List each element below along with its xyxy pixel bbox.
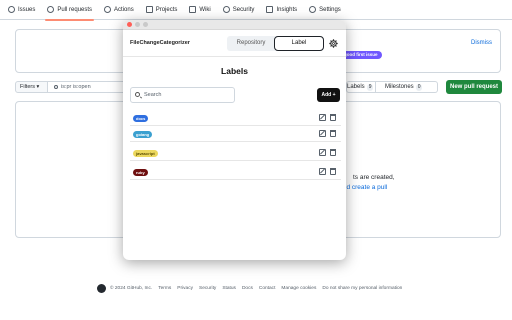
label-chip[interactable]: ruby	[133, 169, 148, 176]
trash-icon[interactable]	[330, 114, 336, 121]
chevron-down-icon: ▾	[36, 84, 40, 90]
app-name: FileChangeCategorizer	[130, 40, 190, 46]
footer-copyright: © 2024 GitHub, Inc.	[110, 286, 153, 291]
tab-repository[interactable]: Repository	[227, 36, 275, 51]
footer: © 2024 GitHub, Inc. Terms Privacy Securi…	[97, 284, 402, 293]
play-icon	[104, 6, 112, 13]
zoom-window-icon[interactable]	[143, 22, 148, 27]
tab-pull-requests-label: Pull requests	[57, 6, 93, 13]
edit-icon[interactable]	[319, 168, 326, 175]
tab-actions[interactable]: Actions	[98, 0, 140, 20]
repo-nav: Issues Pull requests Actions Projects Wi…	[0, 0, 512, 21]
label-row: golang	[130, 127, 341, 142]
label-search-placeholder: Search	[144, 92, 162, 98]
trash-icon[interactable]	[330, 130, 336, 137]
pull-request-icon	[47, 6, 55, 13]
filters-button[interactable]: Filters ▾	[15, 81, 48, 93]
labels-label: Labels	[347, 84, 365, 90]
label-row: docs	[130, 111, 341, 126]
dismiss-link[interactable]: Dismiss	[471, 40, 492, 46]
tab-settings[interactable]: Settings	[303, 0, 347, 20]
tab-insights[interactable]: Insights	[260, 0, 303, 20]
trash-icon[interactable]	[330, 149, 336, 156]
tab-issues-label: Issues	[18, 6, 36, 13]
tab-pull-requests[interactable]: Pull requests	[41, 0, 98, 21]
tab-security-label: Security	[232, 6, 255, 13]
label-row: javascript	[130, 146, 341, 161]
tab-insights-label: Insights	[276, 6, 298, 13]
graph-icon	[266, 6, 274, 13]
search-icon	[54, 84, 58, 89]
tab-wiki[interactable]: Wiki	[183, 0, 216, 20]
tab-wiki-label: Wiki	[199, 6, 211, 13]
footer-link-do-not-share[interactable]: Do not share my personal information	[322, 286, 402, 291]
tab-actions-label: Actions	[114, 6, 134, 13]
labels-count: 9	[366, 84, 374, 91]
filter-input-value: is:pr is:open	[61, 84, 91, 90]
milestones-button[interactable]: Milestones 0	[376, 81, 438, 93]
footer-link-contact[interactable]: Contact	[259, 286, 276, 291]
good-first-issue-badge[interactable]: good first issue	[340, 51, 382, 59]
close-window-icon[interactable]	[127, 22, 132, 27]
tab-label[interactable]: Label	[274, 36, 324, 51]
label-row: ruby	[130, 165, 341, 180]
shield-icon	[222, 6, 230, 13]
footer-link-privacy[interactable]: Privacy	[177, 286, 193, 291]
label-chip[interactable]: docs	[133, 115, 149, 122]
label-chip[interactable]: javascript	[133, 150, 158, 157]
edit-icon[interactable]	[319, 130, 326, 137]
trash-icon[interactable]	[330, 168, 336, 175]
window-titlebar	[123, 20, 346, 30]
milestones-label: Milestones	[385, 84, 414, 90]
book-icon	[189, 6, 197, 13]
minimize-window-icon[interactable]	[135, 22, 140, 27]
tab-security[interactable]: Security	[217, 0, 261, 20]
github-logo-icon	[97, 284, 106, 293]
edit-icon[interactable]	[319, 114, 326, 121]
footer-link-docs[interactable]: Docs	[242, 286, 253, 291]
new-pull-request-button[interactable]: New pull request	[446, 80, 502, 94]
tab-projects-label: Projects	[155, 6, 178, 13]
milestones-count: 0	[415, 84, 423, 91]
footer-link-terms[interactable]: Terms	[158, 286, 171, 291]
edit-icon[interactable]	[319, 149, 326, 156]
add-label-button[interactable]: Add +	[317, 88, 340, 102]
tab-projects[interactable]: Projects	[140, 0, 184, 20]
tab-settings-label: Settings	[319, 6, 341, 13]
popup-header: FileChangeCategorizer Repository Label	[123, 30, 346, 57]
empty-state-link[interactable]: id create a pull	[345, 184, 387, 191]
settings-gear-icon[interactable]	[329, 39, 338, 48]
extension-popup: FileChangeCategorizer Repository Label L…	[123, 20, 346, 260]
popup-title: Labels	[221, 66, 248, 76]
empty-state-text: ts are created,	[353, 174, 395, 181]
footer-link-manage-cookies[interactable]: Manage cookies	[281, 286, 316, 291]
tab-issues[interactable]: Issues	[2, 0, 41, 20]
search-icon	[135, 92, 140, 97]
label-search-input[interactable]: Search	[130, 87, 235, 103]
footer-link-status[interactable]: Status	[222, 286, 236, 291]
labels-button[interactable]: Labels 9	[346, 81, 376, 93]
gear-icon	[309, 6, 317, 13]
label-chip[interactable]: golang	[133, 131, 153, 138]
footer-link-security[interactable]: Security	[199, 286, 216, 291]
view-switcher: Repository Label	[227, 36, 324, 51]
filter-input[interactable]: is:pr is:open	[48, 81, 128, 93]
filters-label: Filters	[20, 84, 35, 90]
issue-icon	[8, 6, 15, 13]
table-icon	[145, 6, 153, 13]
